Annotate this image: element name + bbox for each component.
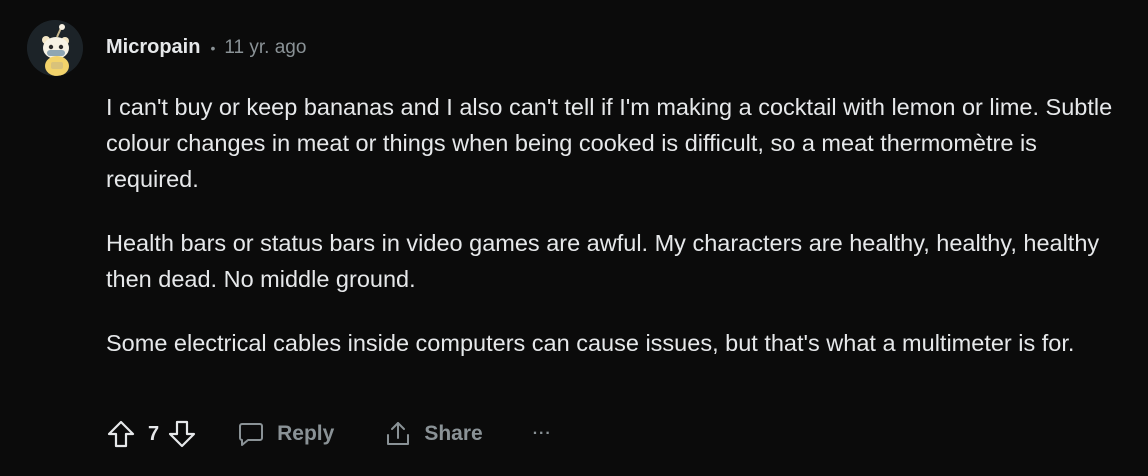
share-label: Share [424,422,483,445]
author-name[interactable]: Micropain [106,36,200,59]
comment-paragraph: I can't buy or keep bananas and I also c… [106,94,1113,192]
comment-body: I can't buy or keep bananas and I also c… [106,89,1126,389]
separator-dot: • [210,39,216,56]
downvote-button[interactable] [165,417,199,451]
upvote-button[interactable] [104,417,138,451]
comment-paragraph: Some electrical cables inside computers … [106,330,1075,356]
share-upload-icon [387,422,410,445]
reply-button[interactable]: Reply [237,420,334,448]
avatar[interactable] [27,20,83,76]
downvote-arrow-icon [169,420,196,448]
snoo-avatar-icon [27,20,83,76]
more-options-button[interactable]: ··· [533,425,552,443]
comment-header: Micropain • 11 yr. ago [106,36,306,59]
reply-label: Reply [277,422,335,445]
timestamp[interactable]: 11 yr. ago [224,37,306,59]
comment-paragraph: Health bars or status bars in video game… [106,230,1100,292]
speech-bubble-icon [239,423,264,446]
upvote-arrow-icon [107,420,135,448]
share-button[interactable]: Share [384,420,483,448]
comment: Micropain • 11 yr. ago I can't buy or ke… [0,0,1148,476]
vote-score: 7 [148,422,160,445]
comment-actions: 7 Reply Share ··· [104,414,552,454]
